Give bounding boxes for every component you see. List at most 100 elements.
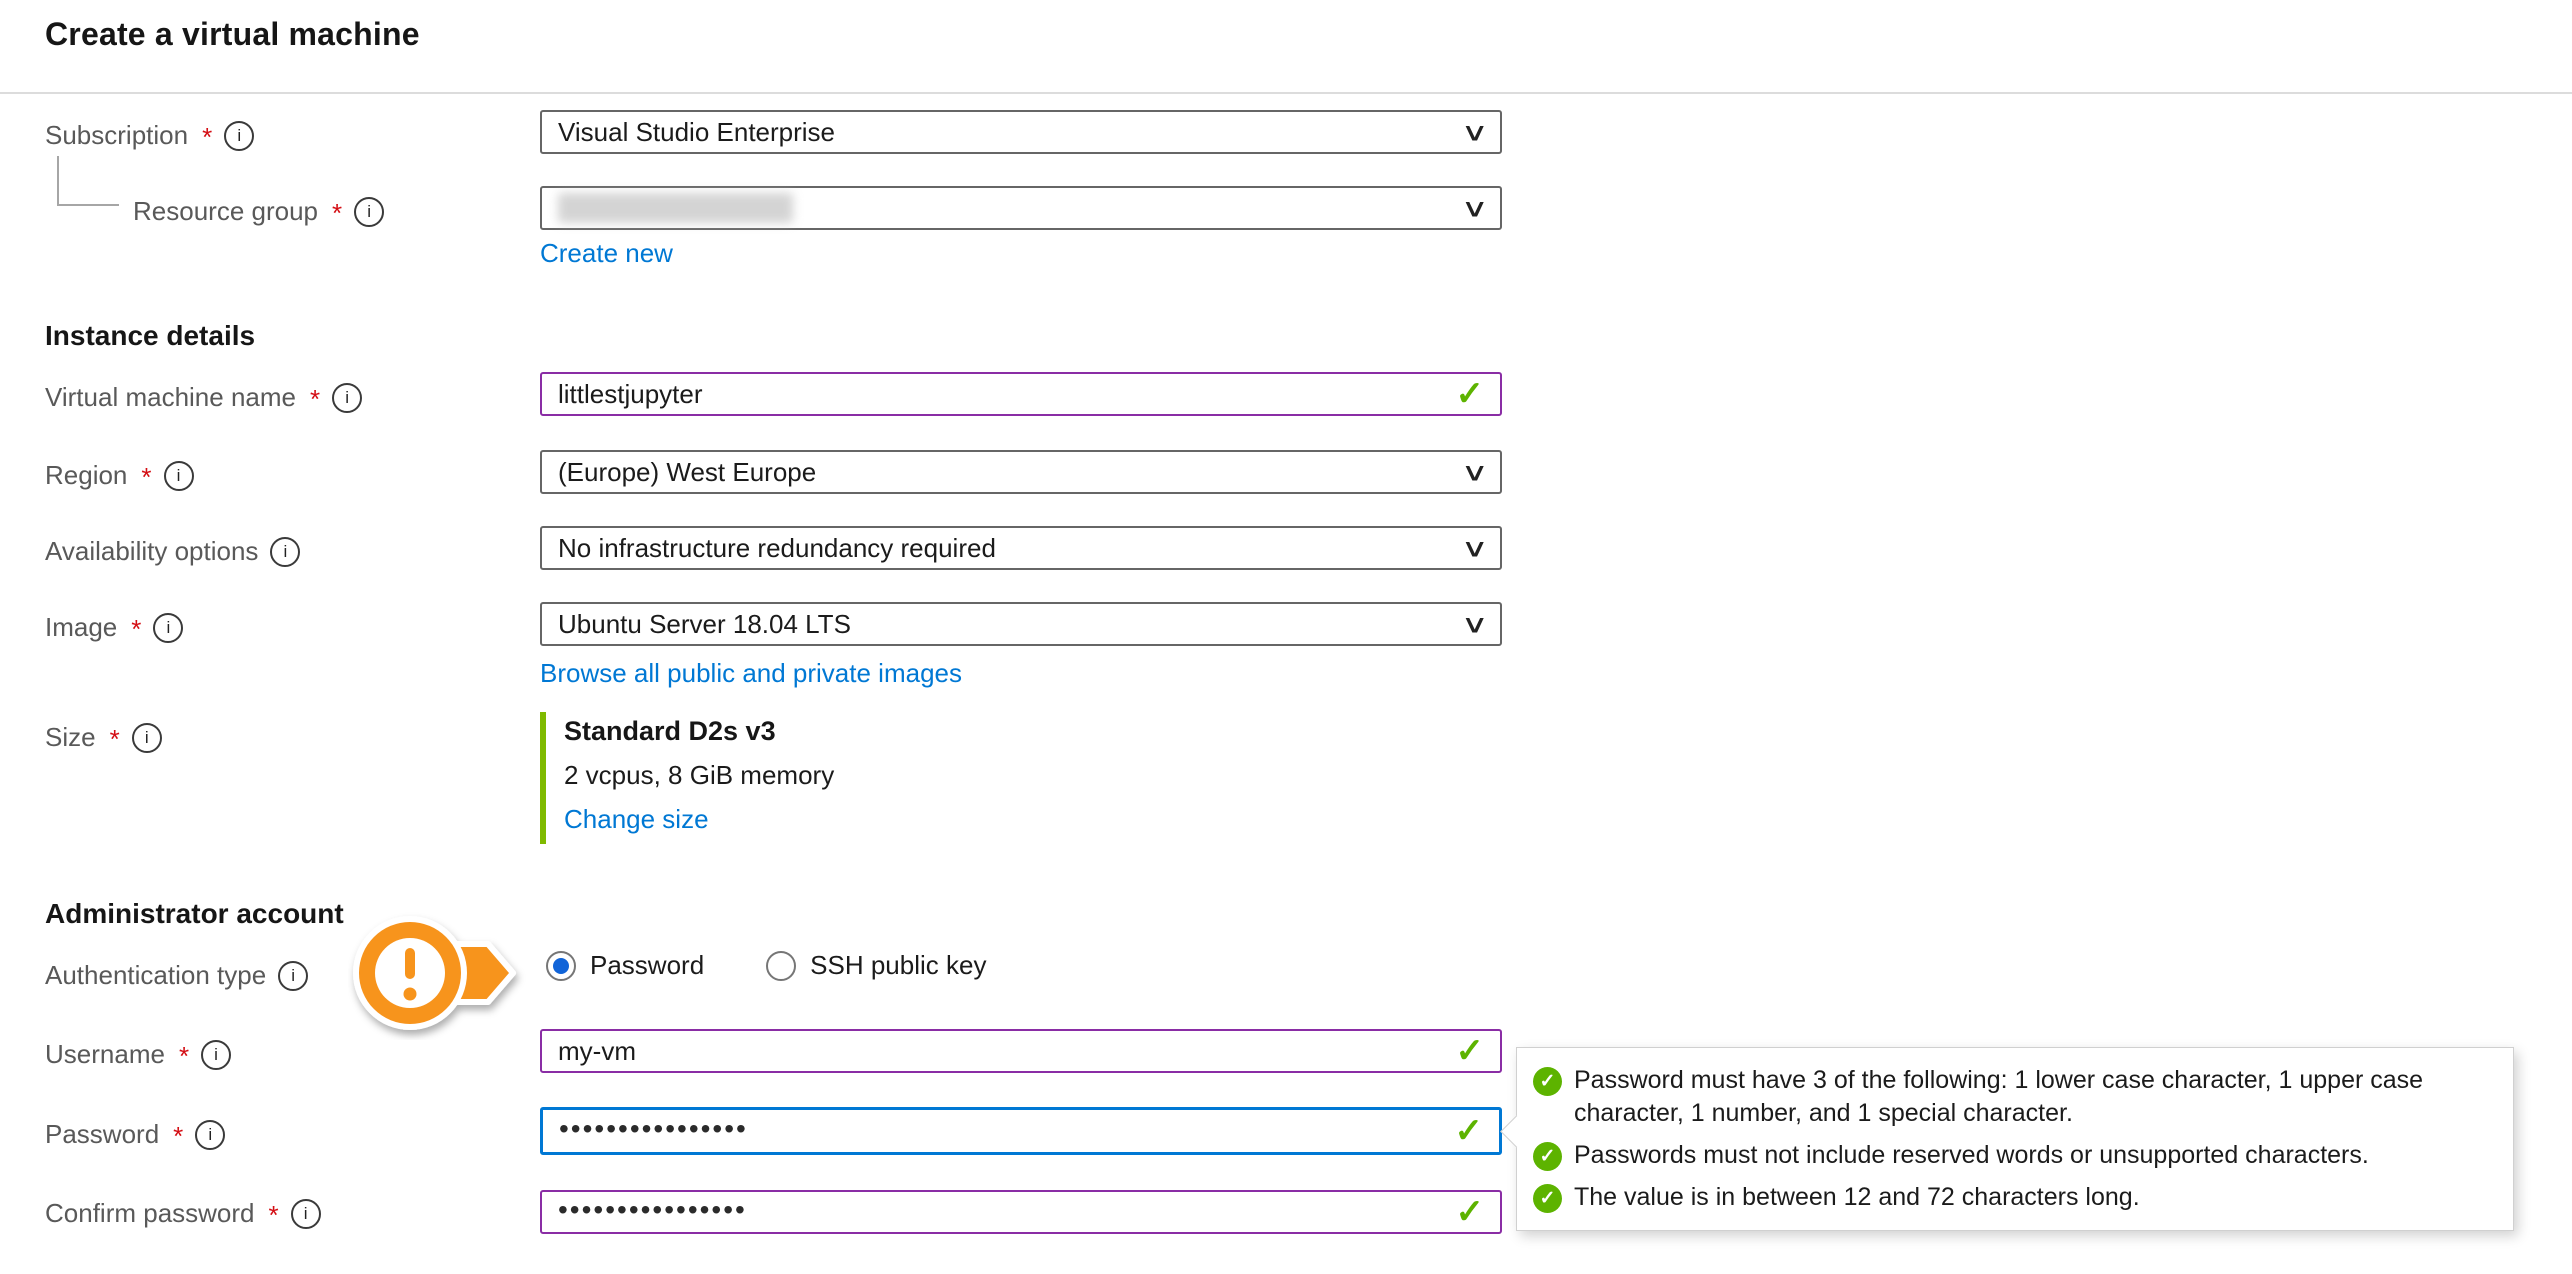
required-asterisk: * [110,724,120,755]
image-value: Ubuntu Server 18.04 LTS [558,609,851,640]
vm-name-label: Virtual machine name [45,382,296,413]
info-icon[interactable]: i [224,121,254,151]
region-dropdown[interactable]: (Europe) West Europe ∨ [540,450,1502,494]
info-icon[interactable]: i [291,1199,321,1229]
availability-options-label: Availability options [45,536,258,567]
resource-group-redacted-value [558,193,793,223]
subscription-label-row: Subscription * i [45,120,254,151]
check-circle-icon: ✓ [1533,1184,1562,1213]
page-title: Create a virtual machine [45,16,420,53]
administrator-account-heading: Administrator account [45,898,344,930]
radio-password[interactable] [546,951,576,981]
vm-name-input[interactable]: littlestjupyter ✓ [540,372,1502,416]
chevron-down-icon: ∨ [1461,609,1489,639]
password-rule-item: ✓ Passwords must not include reserved wo… [1533,1139,2493,1172]
info-icon[interactable]: i [153,613,183,643]
info-icon[interactable]: i [270,537,300,567]
chevron-down-icon: ∨ [1461,193,1489,223]
availability-options-label-row: Availability options i [45,536,300,567]
check-circle-icon: ✓ [1533,1142,1562,1171]
availability-options-dropdown[interactable]: No infrastructure redundancy required ∨ [540,526,1502,570]
change-size-link[interactable]: Change size [564,804,834,835]
required-asterisk: * [179,1041,189,1072]
size-label: Size [45,722,96,753]
subscription-dropdown[interactable]: Visual Studio Enterprise ∨ [540,110,1502,154]
size-accent-bar [540,712,546,844]
required-asterisk: * [332,198,342,229]
browse-images-link[interactable]: Browse all public and private images [540,658,962,689]
confirm-password-masked-value: •••••••••••••••• [558,1194,747,1226]
password-label-row: Password * i [45,1119,225,1150]
required-asterisk: * [173,1121,183,1152]
vm-name-label-row: Virtual machine name * i [45,382,362,413]
warning-callout-icon [348,910,532,1040]
authentication-type-label-row: Authentication type i [45,960,308,991]
size-summary: Standard D2s v3 2 vcpus, 8 GiB memory Ch… [564,716,834,835]
radio-password-label: Password [590,950,704,981]
radio-ssh-public-key[interactable] [766,951,796,981]
create-vm-page: Create a virtual machine Subscription * … [0,0,2572,1274]
subscription-value: Visual Studio Enterprise [558,117,835,148]
check-circle-icon: ✓ [1533,1067,1562,1096]
radio-selected-dot [553,958,569,974]
valid-check-icon: ✓ [1456,377,1485,411]
password-masked-value: •••••••••••••••• [559,1113,748,1145]
resource-group-label: Resource group [133,196,318,227]
username-label-row: Username * i [45,1039,231,1070]
required-asterisk: * [269,1200,279,1231]
info-icon[interactable]: i [195,1120,225,1150]
size-name: Standard D2s v3 [564,716,834,747]
image-label: Image [45,612,117,643]
subscription-label: Subscription [45,120,188,151]
size-label-row: Size * i [45,722,162,753]
required-asterisk: * [131,614,141,645]
authentication-type-label: Authentication type [45,960,266,991]
username-input[interactable]: my-vm ✓ [540,1029,1502,1073]
info-icon[interactable]: i [164,461,194,491]
valid-check-icon: ✓ [1455,1114,1484,1148]
tooltip-caret [1500,1115,1533,1148]
confirm-password-input[interactable]: •••••••••••••••• ✓ [540,1190,1502,1234]
info-icon[interactable]: i [132,723,162,753]
region-value: (Europe) West Europe [558,457,816,488]
confirm-password-label: Confirm password [45,1198,255,1229]
username-label: Username [45,1039,165,1070]
chevron-down-icon: ∨ [1461,457,1489,487]
password-rule-text: Password must have 3 of the following: 1… [1574,1064,2493,1130]
resource-group-dropdown[interactable]: ∨ [540,186,1502,230]
region-label-row: Region * i [45,460,194,491]
chevron-down-icon: ∨ [1461,117,1489,147]
password-rule-text: Passwords must not include reserved word… [1574,1139,2369,1172]
username-value: my-vm [558,1036,636,1067]
info-icon[interactable]: i [278,961,308,991]
vm-name-value: littlestjupyter [558,379,703,410]
required-asterisk: * [202,122,212,153]
header-divider [0,92,2572,94]
radio-ssh-public-key-label: SSH public key [810,950,986,981]
instance-details-heading: Instance details [45,320,255,352]
required-asterisk: * [141,462,151,493]
password-label: Password [45,1119,159,1150]
info-icon[interactable]: i [332,383,362,413]
password-rule-item: ✓ Password must have 3 of the following:… [1533,1064,2493,1130]
password-rule-item: ✓ The value is in between 12 and 72 char… [1533,1181,2493,1214]
resource-group-label-row: Resource group * i [133,196,384,227]
confirm-password-label-row: Confirm password * i [45,1198,321,1229]
password-requirements-tooltip: ✓ Password must have 3 of the following:… [1516,1047,2514,1231]
resource-group-connector-horizontal [57,204,119,206]
availability-options-value: No infrastructure redundancy required [558,533,996,564]
info-icon[interactable]: i [354,197,384,227]
required-asterisk: * [310,384,320,415]
password-input[interactable]: •••••••••••••••• ✓ [540,1107,1502,1155]
valid-check-icon: ✓ [1456,1034,1485,1068]
resource-group-connector-vertical [57,156,59,206]
region-label: Region [45,460,127,491]
password-rule-text: The value is in between 12 and 72 charac… [1574,1181,2140,1214]
create-new-link[interactable]: Create new [540,238,673,269]
chevron-down-icon: ∨ [1461,533,1489,563]
image-dropdown[interactable]: Ubuntu Server 18.04 LTS ∨ [540,602,1502,646]
authentication-type-radio-group: Password SSH public key [546,950,986,981]
valid-check-icon: ✓ [1456,1195,1485,1229]
image-label-row: Image * i [45,612,183,643]
info-icon[interactable]: i [201,1040,231,1070]
